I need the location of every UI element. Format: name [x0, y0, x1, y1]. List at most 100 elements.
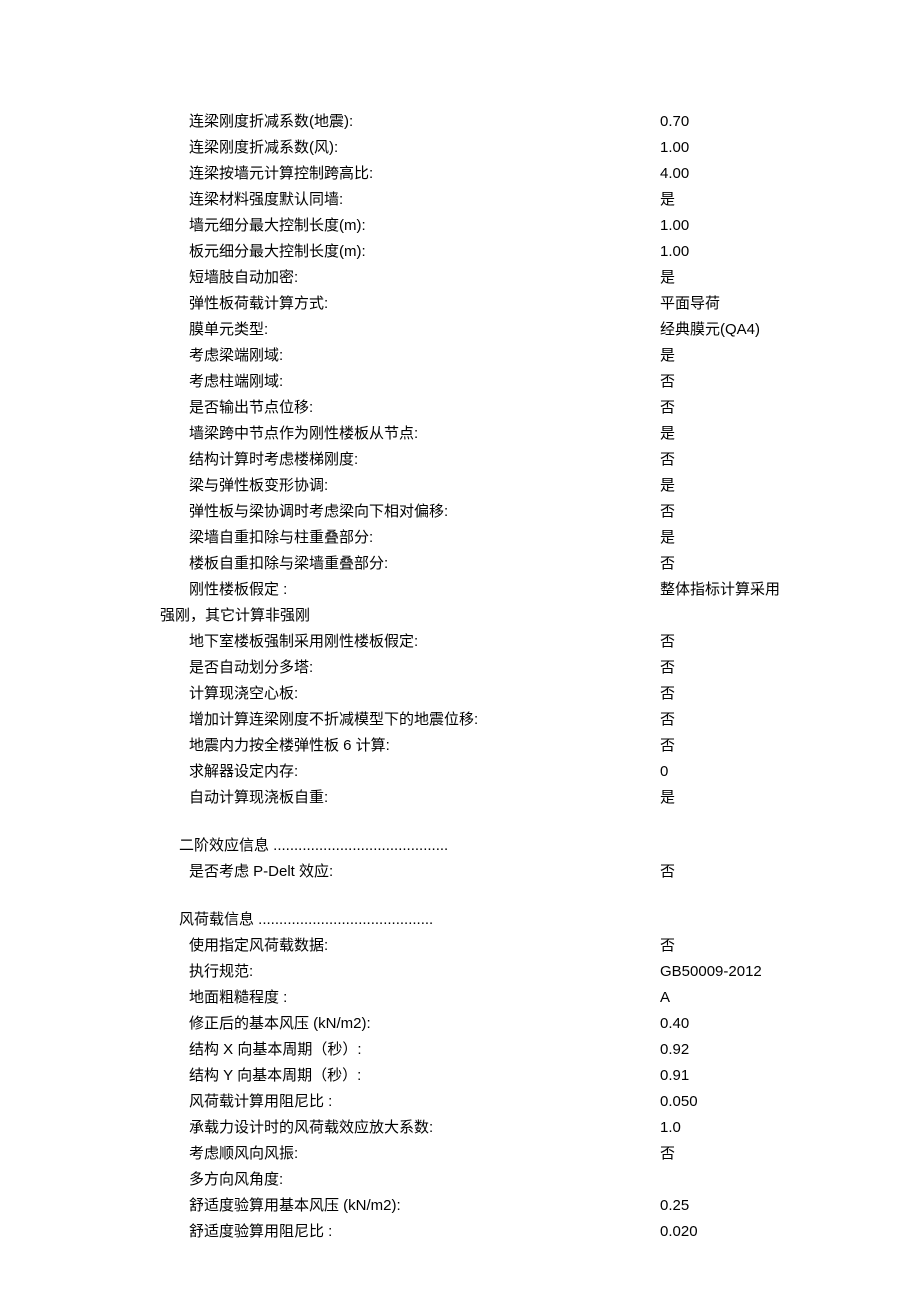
param-label: 结构 X 向基本周期（秒）:	[160, 1038, 362, 1062]
param-value: 否	[660, 860, 820, 884]
param-row: 板元细分最大控制长度(m): 1.00	[160, 240, 820, 264]
param-value: 是	[660, 474, 820, 498]
param-label: 连梁材料强度默认同墙:	[160, 188, 343, 212]
param-value: 否	[660, 1142, 820, 1166]
param-label: 多方向风角度:	[160, 1168, 283, 1192]
param-row: 修正后的基本风压 (kN/m2): 0.40	[160, 1012, 820, 1036]
param-row: 弹性板荷载计算方式: 平面导荷	[160, 292, 820, 316]
param-label: 修正后的基本风压 (kN/m2):	[160, 1012, 371, 1036]
param-label: 刚性楼板假定 :	[160, 578, 287, 602]
param-value: 否	[660, 448, 820, 472]
param-row: 舒适度验算用阻尼比 : 0.020	[160, 1220, 820, 1244]
param-value: 0.92	[660, 1038, 820, 1062]
param-value: 1.0	[660, 1116, 820, 1140]
param-value: 否	[660, 934, 820, 958]
param-value: 否	[660, 552, 820, 576]
param-row: 连梁刚度折减系数(风): 1.00	[160, 136, 820, 160]
section-header-wind-load: 风荷载信息 ..................................…	[160, 908, 820, 932]
param-row: 舒适度验算用基本风压 (kN/m2): 0.25	[160, 1194, 820, 1218]
param-label: 是否输出节点位移:	[160, 396, 313, 420]
param-value: 否	[660, 630, 820, 654]
param-row: 墙梁跨中节点作为刚性楼板从节点: 是	[160, 422, 820, 446]
param-value: 是	[660, 422, 820, 446]
param-label: 梁墙自重扣除与柱重叠部分:	[160, 526, 373, 550]
param-row: 墙元细分最大控制长度(m): 1.00	[160, 214, 820, 238]
param-row: 连梁按墙元计算控制跨高比: 4.00	[160, 162, 820, 186]
param-value: 0.91	[660, 1064, 820, 1088]
param-row: 梁与弹性板变形协调: 是	[160, 474, 820, 498]
document-page: 连梁刚度折减系数(地震): 0.70 连梁刚度折减系数(风): 1.00 连梁按…	[0, 110, 920, 1244]
param-row: 短墙肢自动加密: 是	[160, 266, 820, 290]
param-value: 是	[660, 344, 820, 368]
param-label: 执行规范:	[160, 960, 253, 984]
param-label: 连梁刚度折减系数(风):	[160, 136, 338, 160]
param-row: 增加计算连梁刚度不折减模型下的地震位移: 否	[160, 708, 820, 732]
param-row: 连梁刚度折减系数(地震): 0.70	[160, 110, 820, 134]
param-label: 膜单元类型:	[160, 318, 268, 342]
param-value: 4.00	[660, 162, 820, 186]
param-label: 使用指定风荷载数据:	[160, 934, 328, 958]
param-label: 地下室楼板强制采用刚性楼板假定:	[160, 630, 418, 654]
param-value: 1.00	[660, 214, 820, 238]
param-label: 弹性板与梁协调时考虑梁向下相对偏移:	[160, 500, 448, 524]
param-label: 考虑顺风向风振:	[160, 1142, 298, 1166]
param-row: 是否考虑 P-Delt 效应: 否	[160, 860, 820, 884]
param-label: 墙梁跨中节点作为刚性楼板从节点:	[160, 422, 418, 446]
param-value: 是	[660, 188, 820, 212]
param-label: 考虑柱端刚域:	[160, 370, 283, 394]
param-value: 1.00	[660, 136, 820, 160]
param-value: 0.050	[660, 1090, 820, 1114]
param-label: 板元细分最大控制长度(m):	[160, 240, 366, 264]
param-label: 弹性板荷载计算方式:	[160, 292, 328, 316]
param-row: 多方向风角度:	[160, 1168, 820, 1192]
param-row: 承载力设计时的风荷载效应放大系数: 1.0	[160, 1116, 820, 1140]
param-row: 膜单元类型: 经典膜元(QA4)	[160, 318, 820, 342]
param-label: 结构 Y 向基本周期（秒）:	[160, 1064, 361, 1088]
param-label: 结构计算时考虑楼梯刚度:	[160, 448, 358, 472]
param-row: 自动计算现浇板自重: 是	[160, 786, 820, 810]
param-label: 短墙肢自动加密:	[160, 266, 298, 290]
param-label: 计算现浇空心板:	[160, 682, 298, 706]
param-row: 求解器设定内存: 0	[160, 760, 820, 784]
param-row: 结构计算时考虑楼梯刚度: 否	[160, 448, 820, 472]
param-row: 是否自动划分多塔: 否	[160, 656, 820, 680]
param-row: 考虑梁端刚域: 是	[160, 344, 820, 368]
param-row: 楼板自重扣除与梁墙重叠部分: 否	[160, 552, 820, 576]
param-row: 地下室楼板强制采用刚性楼板假定: 否	[160, 630, 820, 654]
param-value: 否	[660, 734, 820, 758]
param-label: 风荷载计算用阻尼比 :	[160, 1090, 332, 1114]
param-value: 否	[660, 396, 820, 420]
section-header-text: 二阶效应信息 .................................…	[179, 837, 448, 854]
param-label: 自动计算现浇板自重:	[160, 786, 328, 810]
param-value: 否	[660, 500, 820, 524]
param-row: 结构 Y 向基本周期（秒）: 0.91	[160, 1064, 820, 1088]
param-label: 梁与弹性板变形协调:	[160, 474, 328, 498]
param-value: 否	[660, 656, 820, 680]
param-label: 考虑梁端刚域:	[160, 344, 283, 368]
param-row: 计算现浇空心板: 否	[160, 682, 820, 706]
param-value: 是	[660, 526, 820, 550]
param-value: GB50009-2012	[660, 960, 820, 984]
param-value: 经典膜元(QA4)	[660, 318, 820, 342]
section-header-text: 风荷载信息 ..................................…	[179, 911, 433, 928]
param-row: 弹性板与梁协调时考虑梁向下相对偏移: 否	[160, 500, 820, 524]
param-row: 是否输出节点位移: 否	[160, 396, 820, 420]
param-value	[660, 1168, 820, 1192]
param-value: 平面导荷	[660, 292, 820, 316]
param-value: 否	[660, 708, 820, 732]
param-label: 增加计算连梁刚度不折减模型下的地震位移:	[160, 708, 478, 732]
param-label: 楼板自重扣除与梁墙重叠部分:	[160, 552, 388, 576]
param-row: 考虑柱端刚域: 否	[160, 370, 820, 394]
param-row: 使用指定风荷载数据: 否	[160, 934, 820, 958]
param-label: 墙元细分最大控制长度(m):	[160, 214, 366, 238]
param-value: 整体指标计算采用	[660, 578, 820, 602]
param-label: 承载力设计时的风荷载效应放大系数:	[160, 1116, 433, 1140]
param-row: 执行规范: GB50009-2012	[160, 960, 820, 984]
param-label: 连梁刚度折减系数(地震):	[160, 110, 353, 134]
param-label: 求解器设定内存:	[160, 760, 298, 784]
section-header-second-order: 二阶效应信息 .................................…	[160, 834, 820, 858]
param-value: 是	[660, 266, 820, 290]
param-row: 连梁材料强度默认同墙: 是	[160, 188, 820, 212]
param-row: 风荷载计算用阻尼比 : 0.050	[160, 1090, 820, 1114]
param-row: 梁墙自重扣除与柱重叠部分: 是	[160, 526, 820, 550]
